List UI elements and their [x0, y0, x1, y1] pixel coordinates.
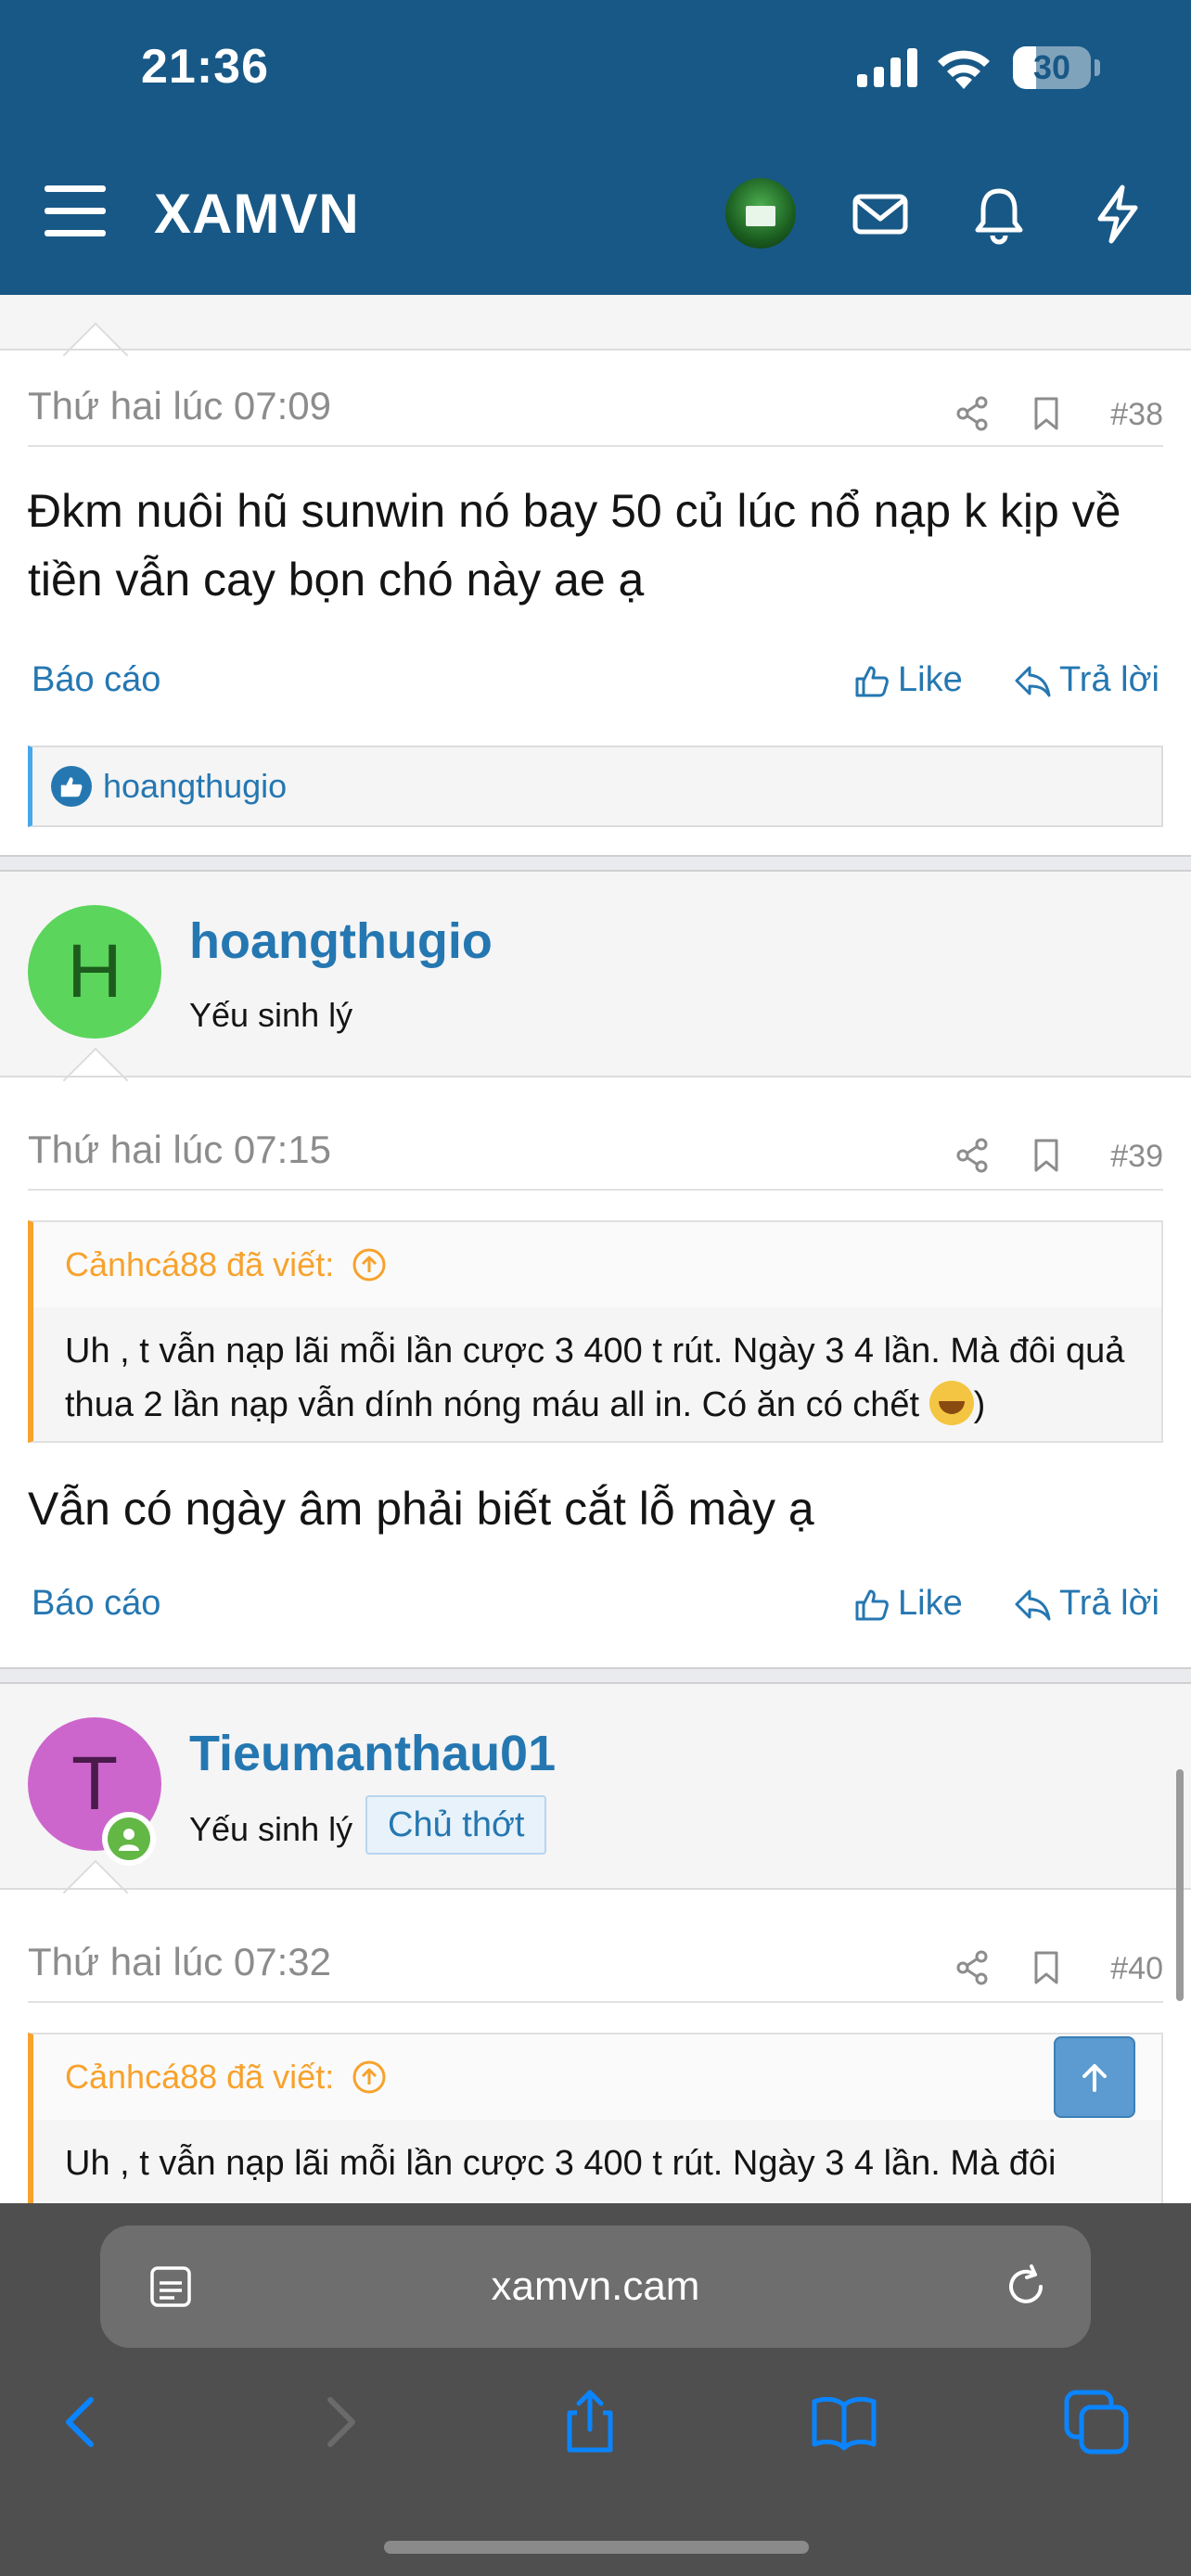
- bookmark-icon[interactable]: [1028, 395, 1065, 432]
- thumbs-up-icon: [855, 1589, 889, 1620]
- arrow-up-circle-icon[interactable]: [351, 2059, 388, 2096]
- reply-button[interactable]: Trả lời: [1013, 1584, 1159, 1624]
- quote-block: Cảnhcá88 đã viết: Uh , t vẫn nạp lãi mỗi…: [28, 1220, 1163, 1443]
- share-icon[interactable]: [954, 1137, 991, 1174]
- post-date[interactable]: Thứ hai lúc 07:09: [28, 384, 331, 428]
- online-status-icon: [102, 1812, 156, 1866]
- url-text[interactable]: xamvn.cam: [100, 2225, 1091, 2348]
- share-sheet-icon[interactable]: [553, 2385, 627, 2459]
- user-title: Yếu sinh lý: [189, 996, 353, 1034]
- report-link[interactable]: Báo cáo: [32, 660, 160, 700]
- reactions-bar[interactable]: hoangthugio: [28, 746, 1163, 827]
- home-indicator: [384, 2541, 809, 2554]
- thread-content: Thứ hai lúc 07:09 #38 Đkm nuôi hũ sunwin…: [0, 295, 1191, 2203]
- quote-text: Uh , t vẫn nạp lãi mỗi lần cược 3 400 t …: [65, 2144, 1057, 2183]
- lightning-icon[interactable]: [1085, 182, 1150, 247]
- back-icon[interactable]: [45, 2385, 119, 2459]
- quote-text: Uh , t vẫn nạp lãi mỗi lần cược 3 400 t …: [65, 1332, 1125, 1425]
- like-label: Like: [898, 660, 963, 699]
- post-body: Vẫn có ngày âm phải biết cắt lỗ mày ạ: [28, 1483, 814, 1535]
- post-number[interactable]: #39: [1110, 1139, 1163, 1175]
- laughing-emoji-icon: [928, 1381, 974, 1425]
- thumbs-up-icon: [855, 666, 889, 696]
- reply-label: Trả lời: [1059, 1584, 1159, 1623]
- scroll-to-top-button[interactable]: [1054, 2036, 1135, 2118]
- quote-header[interactable]: Cảnhcá88 đã viết:: [33, 1222, 1161, 1307]
- username[interactable]: Tieumanthau01: [189, 1725, 556, 1782]
- reply-label: Trả lời: [1059, 660, 1159, 699]
- cellular-signal-icon: [857, 48, 917, 87]
- avatar[interactable]: H: [28, 905, 161, 1039]
- forward-icon[interactable]: [302, 2385, 377, 2459]
- divider: [28, 2001, 1163, 2003]
- reply-icon: [1015, 666, 1051, 696]
- status-bar: 21:36 30: [0, 0, 1191, 139]
- arrow-up-circle-icon[interactable]: [351, 1246, 388, 1283]
- reply-icon: [1015, 1589, 1051, 1620]
- user-strip-partial: [0, 295, 1191, 351]
- user-avatar[interactable]: [725, 178, 796, 249]
- arrow-up-icon: [1082, 2064, 1107, 2092]
- reaction-user[interactable]: hoangthugio: [103, 767, 287, 806]
- site-logo[interactable]: XAMVN: [154, 182, 360, 246]
- post-date[interactable]: Thứ hai lúc 07:15: [28, 1128, 331, 1172]
- quote-header[interactable]: Cảnhcá88 đã viết:: [33, 2034, 1161, 2120]
- battery-icon: 30: [1013, 46, 1091, 89]
- share-icon[interactable]: [954, 1949, 991, 1986]
- post-body: Đkm nuôi hũ sunwin nó bay 50 củ lúc nổ n…: [28, 485, 1121, 606]
- scrollbar[interactable]: [1176, 1769, 1184, 2001]
- report-link[interactable]: Báo cáo: [32, 1584, 160, 1624]
- quote-author[interactable]: Cảnhcá88 đã viết:: [65, 1245, 334, 1284]
- thread-starter-badge: Chủ thớt: [365, 1795, 547, 1855]
- share-icon[interactable]: [954, 395, 991, 432]
- divider: [28, 445, 1163, 447]
- battery-level: 30: [1032, 48, 1071, 86]
- reload-icon[interactable]: [998, 2259, 1054, 2315]
- browser-toolbar: xamvn.cam: [0, 2203, 1191, 2576]
- post-number[interactable]: #40: [1110, 1951, 1163, 1987]
- like-button[interactable]: Like: [853, 1584, 963, 1624]
- like-reaction-icon: [51, 766, 92, 807]
- quote-block: Cảnhcá88 đã viết: Uh , t vẫn nạp lãi mỗi…: [28, 2033, 1163, 2203]
- bookmark-icon[interactable]: [1028, 1137, 1065, 1174]
- tabs-icon[interactable]: [1059, 2385, 1133, 2459]
- bookmarks-icon[interactable]: [807, 2385, 881, 2459]
- address-bar[interactable]: xamvn.cam: [100, 2225, 1091, 2348]
- menu-icon[interactable]: [45, 185, 106, 237]
- like-label: Like: [898, 1584, 963, 1623]
- username[interactable]: hoangthugio: [189, 912, 493, 970]
- like-button[interactable]: Like: [853, 660, 963, 700]
- mail-icon[interactable]: [848, 182, 913, 247]
- bookmark-icon[interactable]: [1028, 1949, 1065, 1986]
- user-strip: [0, 872, 1191, 1078]
- user-title: Yếu sinh lý: [189, 1810, 353, 1848]
- bell-icon[interactable]: [967, 182, 1031, 247]
- divider: [28, 1189, 1163, 1191]
- post-date[interactable]: Thứ hai lúc 07:32: [28, 1940, 331, 1984]
- battery-nub: [1095, 59, 1100, 76]
- wifi-icon: [938, 50, 990, 89]
- reply-button[interactable]: Trả lời: [1013, 660, 1159, 700]
- user-strip: [0, 1684, 1191, 1890]
- post-number[interactable]: #38: [1110, 397, 1163, 433]
- status-time: 21:36: [141, 40, 269, 94]
- quote-author[interactable]: Cảnhcá88 đã viết:: [65, 2058, 334, 2097]
